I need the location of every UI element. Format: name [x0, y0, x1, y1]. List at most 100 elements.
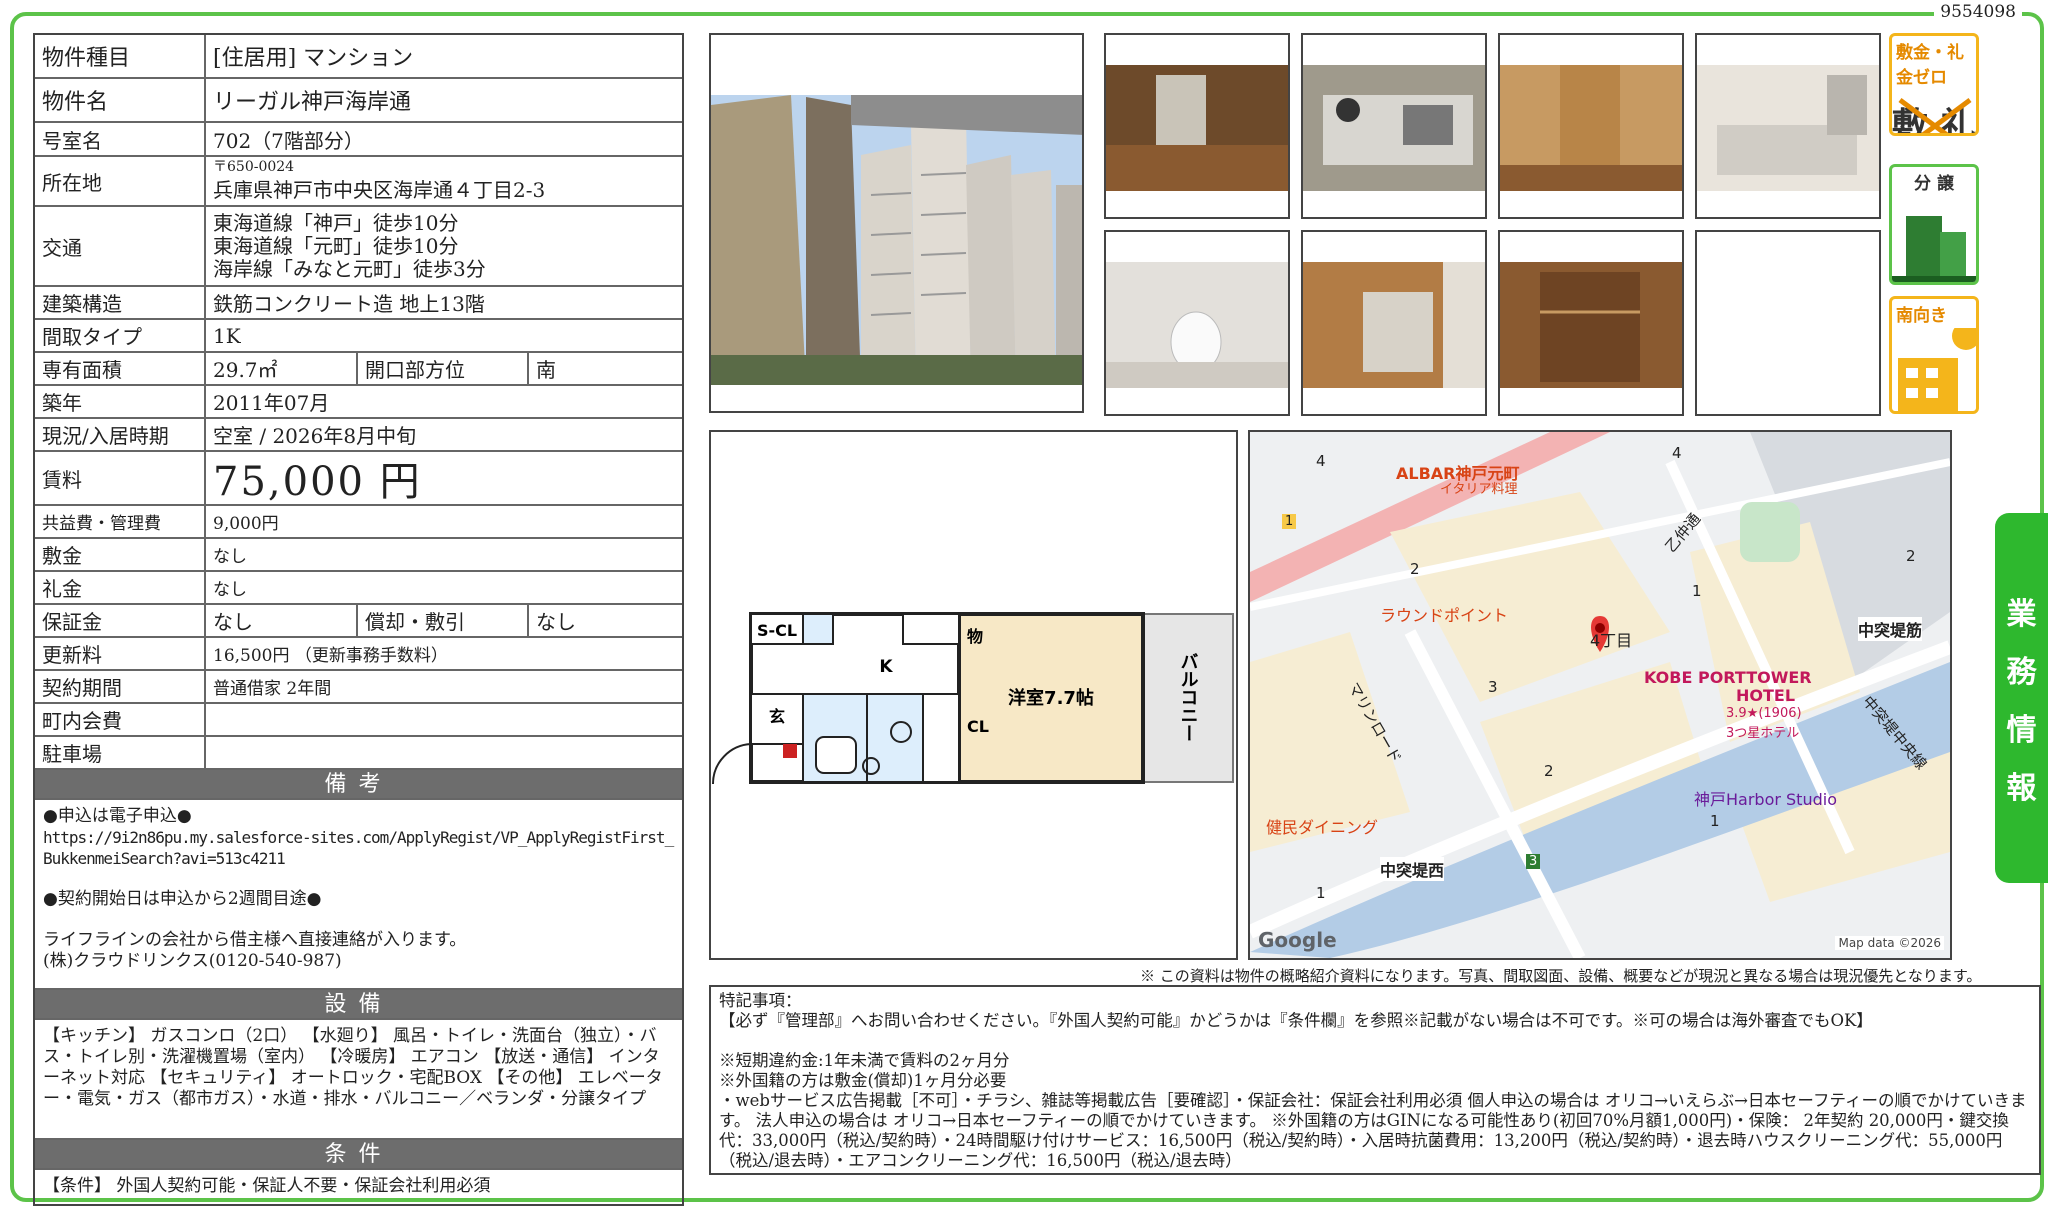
plan-closet-label: CL [967, 717, 989, 736]
map-number: 2 [1544, 762, 1554, 780]
assoc-value [206, 704, 682, 735]
row-room: 号室名 702（7階部分） [35, 123, 682, 157]
transit-line: 東海道線「元町」徒歩10分 [213, 233, 459, 258]
interior-photo-room[interactable] [1104, 33, 1290, 219]
address-label: 所在地 [35, 157, 206, 205]
address-value: 兵庫県神戸市中央区海岸通４丁目2-3 [213, 177, 546, 202]
row-assoc: 町内会費 [35, 704, 682, 737]
row-type: 物件種目 [住居用] マンション [35, 35, 682, 79]
contract-label: 契約期間 [35, 671, 206, 702]
built-value: 2011年07月 [213, 391, 330, 415]
map-number: 1 [1692, 582, 1702, 600]
remarks-heading: 備考 [35, 770, 682, 800]
south-facing-badge: 南向き [1889, 296, 1979, 414]
deposit-label: 敷金 [35, 539, 206, 570]
amort-value: なし [536, 610, 576, 634]
rent-value: 75,000 円 [213, 459, 422, 505]
zero-deposit-badge: 敷金・礼金ゼロ 敷 礼 [1889, 33, 1979, 136]
interior-photo-bath[interactable] [1695, 33, 1881, 219]
interior-photo-storage[interactable] [1498, 230, 1684, 416]
remarks-line: ●申込は電子申込● [43, 806, 192, 826]
special-heading: 特記事項： [719, 991, 802, 1010]
built-label: 築年 [35, 386, 206, 417]
map-label-italian: イタリア料理 [1440, 482, 1518, 497]
floor-plan[interactable]: S-CL K 物 玄 CL 洋室7.7帖 バルコニー [709, 430, 1238, 960]
map-label-kenmin: 健民ダイニング [1266, 818, 1379, 837]
plan-genkan-label: 玄 [769, 707, 785, 726]
map-label-nakatsutsumi-w: 中突堤西 [1380, 857, 1445, 881]
interior-photo-toilet[interactable] [1104, 230, 1290, 416]
facing-value: 南 [536, 358, 556, 382]
guarantee-label: 保証金 [35, 605, 206, 636]
type-value: [住居用] マンション [213, 46, 414, 71]
equipment-body: 【キッチン】 ガスコンロ（2口） 【水廻り】 風呂・トイレ・洗面台（独立）・バス… [35, 1020, 682, 1140]
key-money-value: なし [213, 580, 247, 600]
toilet-image [1106, 262, 1288, 388]
parking-value [206, 737, 682, 768]
row-area: 専有面積 29.7㎡ 開口部方位 南 [35, 353, 682, 386]
map-label-rating: 3.9★(1906) [1726, 706, 1802, 721]
map-number: 2 [1906, 547, 1916, 565]
condo-type-badge: 分 譲 [1889, 164, 1979, 285]
status-value: 空室 / 2026年8月中旬 [213, 424, 417, 448]
side-tab-char: 情 [2006, 713, 2037, 748]
document-id: 9554098 [1934, 2, 2022, 22]
special-line: 【必ず『管理部』へお問い合わせください。『外国人契約可能』かどうかは『条件欄』を… [719, 1011, 1873, 1030]
special-line: ・webサービス広告掲載［不可］・チラシ、雑誌等掲載広告［要確認］・保証会社：保… [719, 1091, 2027, 1170]
special-line: ※外国籍の方は敷金(償却)1ヶ月分必要 [719, 1071, 1007, 1090]
map-number: 1 [1710, 812, 1720, 830]
row-name: 物件名 リーガル神戸海岸通 [35, 79, 682, 123]
interior-photo-closet[interactable] [1498, 33, 1684, 219]
layout-label: 間取タイプ [35, 320, 206, 351]
map-label-chome: 4丁目 [1590, 631, 1633, 650]
rent-label: 賃料 [35, 452, 206, 504]
plan-kitchen-label: K [879, 657, 893, 677]
renewal-label: 更新料 [35, 638, 206, 669]
map-number: 4 [1316, 452, 1326, 470]
layout-value: 1K [213, 323, 241, 348]
side-tab-char: 報 [2006, 771, 2037, 806]
plan-scl-label: S-CL [757, 621, 797, 640]
disclaimer-notice: ※ この資料は物件の概略紹介資料になります。写真、間取図面、設備、概要などが現況… [1140, 967, 1982, 985]
business-info-tab[interactable]: 業 務 情 報 [1995, 513, 2048, 883]
interior-photo-washroom[interactable] [1301, 230, 1487, 416]
row-address: 所在地 〒650-0024 兵庫県神戸市中央区海岸通４丁目2-3 [35, 157, 682, 207]
washroom-image [1303, 262, 1485, 388]
map-label-hotel: KOBE PORTTOWER [1644, 668, 1812, 687]
map-data-credit: Map data ©2026 [1835, 936, 1944, 950]
plan-balcony-label: バルコニー [1178, 652, 1199, 742]
plan-room-label: 洋室7.7帖 [1008, 687, 1094, 709]
zero-cross-icon: 敷 礼 [1892, 97, 1976, 136]
map-route-1-icon: 1 [1282, 514, 1297, 529]
empty-photo-slot [1695, 230, 1881, 416]
renewal-value: 16,500円 （更新事務手数料） [213, 646, 448, 666]
apply-url-link[interactable]: https://9i2n86pu.my.salesforce-sites.com… [43, 827, 674, 869]
room-value: 702（7階部分） [213, 128, 364, 153]
bath-image [1697, 65, 1879, 191]
condo-badge-title: 分 譲 [1914, 174, 1954, 194]
map-route-3-icon: 3 [1526, 854, 1541, 869]
row-transit: 交通 東海道線「神戸」徒歩10分 東海道線「元町」徒歩10分 海岸線「みなと元町… [35, 207, 682, 287]
map-label-harbor: 神戸Harbor Studio [1694, 790, 1837, 809]
row-built: 築年 2011年07月 [35, 386, 682, 419]
amort-label: 償却・敷引 [358, 605, 529, 636]
map-label-nakatsutsumi-s: 中突堤筋 [1858, 617, 1923, 641]
deposit-value: なし [213, 547, 247, 567]
guarantee-value: なし [206, 605, 358, 636]
type-label: 物件種目 [35, 35, 206, 77]
row-deposit: 敷金 なし [35, 539, 682, 572]
row-layout: 間取タイプ 1K [35, 320, 682, 353]
facing-label: 開口部方位 [358, 353, 529, 384]
transit-label: 交通 [35, 207, 206, 285]
building-photo[interactable] [709, 33, 1084, 413]
location-map[interactable]: ALBAR神戸元町 イタリア料理 ラウンドポイント 4丁目 KOBE PORTT… [1248, 430, 1952, 960]
status-label: 現況/入居時期 [35, 419, 206, 450]
key-money-label: 礼金 [35, 572, 206, 603]
row-guarantee: 保証金 なし 償却・敷引 なし [35, 605, 682, 638]
row-fee: 共益費・管理費 9,000円 [35, 506, 682, 539]
row-status: 現況/入居時期 空室 / 2026年8月中旬 [35, 419, 682, 452]
fee-label: 共益費・管理費 [35, 506, 206, 537]
structure-value: 鉄筋コンクリート造 地上13階 [213, 292, 485, 316]
zero-badge-glyph: 敷 礼 [1892, 106, 1976, 136]
interior-photo-kitchen[interactable] [1301, 33, 1487, 219]
